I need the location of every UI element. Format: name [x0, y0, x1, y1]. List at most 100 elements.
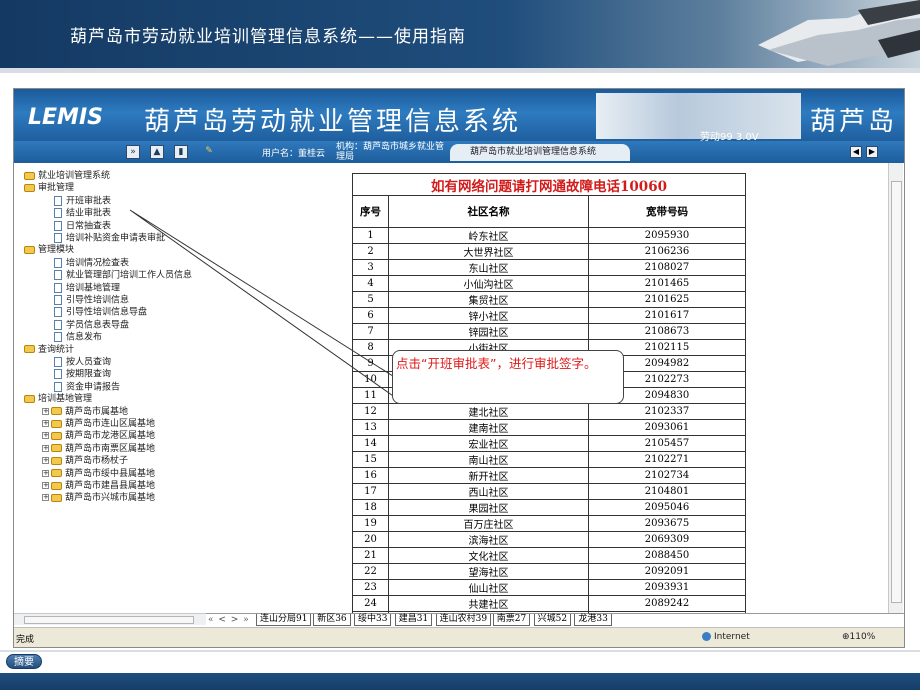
column-header-community: 社区名称	[388, 195, 589, 228]
tree-item-label: 引导性培训信息	[66, 295, 130, 306]
tree-item[interactable]: + 葫芦岛市杨杖子	[42, 456, 128, 466]
tree-item[interactable]: 引导性培训信息导盘	[54, 307, 147, 318]
tree-item[interactable]: 管理模块	[24, 245, 74, 255]
zoom-level[interactable]: ⊕110%	[842, 632, 875, 642]
slide-header: 葫芦岛市劳动就业培训管理信息系统——使用指南	[0, 0, 920, 68]
row-index: 19	[352, 515, 389, 532]
pen-icon[interactable]: ✎	[202, 145, 216, 159]
tree-item[interactable]: 培训情况检查表	[54, 257, 130, 269]
tree-item[interactable]: 学员信息表导盘	[54, 319, 129, 330]
tree-item[interactable]: 资金申请报告	[54, 381, 120, 392]
sheet-tab[interactable]: 建昌31	[394, 614, 433, 626]
row-index: 15	[352, 451, 389, 468]
document-icon[interactable]: ▮	[174, 145, 188, 159]
tree-item[interactable]: + 葫芦岛市兴城市属基地	[42, 493, 155, 503]
system-title: 葫芦岛劳动就业管理信息系统	[144, 107, 522, 137]
community-name: 锌园社区	[388, 323, 589, 340]
tree-item[interactable]: 培训基地管理	[24, 394, 92, 404]
broadband-number: 2088450	[588, 547, 746, 564]
vertical-scrollbar[interactable]	[888, 163, 903, 615]
table-row: 20 滨海社区 2069309	[352, 531, 746, 548]
status-text: 完成	[16, 635, 35, 645]
sheet-tab[interactable]: 绥中33	[354, 614, 392, 626]
tree-item-label: 引导性培训信息导盘	[66, 307, 148, 318]
tree-item[interactable]: 审批管理	[24, 183, 74, 193]
tree-item[interactable]: + 葫芦岛市属基地	[42, 407, 128, 417]
table-row: 4 小仙沟社区 2101465	[352, 275, 746, 292]
tree-item[interactable]: + 葫芦岛市龙港区属基地	[42, 431, 155, 441]
community-name: 南山社区	[388, 451, 589, 468]
tree-item-label: 日常抽查表	[66, 221, 112, 232]
expand-icon[interactable]: +	[42, 407, 49, 415]
banner-photo	[596, 93, 801, 139]
page-icon	[54, 220, 62, 231]
tree-item[interactable]: + 葫芦岛市南票区属基地	[42, 444, 155, 454]
page-icon	[54, 307, 62, 318]
tree-item[interactable]: + 葫芦岛市绥中县属基地	[42, 469, 155, 479]
tree-item-label: 查询统计	[38, 344, 75, 355]
sheet-tab[interactable]: 南票27	[492, 614, 531, 626]
tree-item-label: 培训情况检查表	[66, 258, 130, 269]
tree-item[interactable]: 信息发布	[54, 332, 102, 343]
sheet-tab[interactable]: 龙港33	[574, 614, 612, 626]
folder-icon	[51, 407, 62, 416]
community-name: 滨海社区	[388, 531, 589, 548]
tree-item[interactable]: + 葫芦岛市建昌县属基地	[42, 481, 155, 491]
tree-item[interactable]: 就业管理部门培训工作人员信息	[54, 270, 192, 281]
row-index: 18	[352, 499, 389, 516]
broadband-number: 2101617	[588, 307, 746, 324]
folder-icon	[24, 394, 35, 403]
tree-item[interactable]: 按期限查询	[54, 369, 111, 380]
tree-item[interactable]: 日常抽查表	[54, 220, 112, 232]
row-index: 2	[352, 243, 389, 260]
broadband-number: 2069309	[588, 531, 746, 548]
system-tab[interactable]: 葫芦岛市就业培训管理信息系统	[450, 144, 630, 161]
tree-item[interactable]: 开班审批表	[54, 195, 112, 207]
tree-item[interactable]: 培训补贴资金申请表审批	[54, 233, 165, 244]
page-icon	[54, 195, 62, 206]
sheet-tab[interactable]: 兴城52	[533, 614, 572, 626]
expand-icon[interactable]: +	[42, 469, 49, 477]
expand-icon[interactable]: +	[42, 457, 49, 465]
table-row: 23 仙山社区 2093931	[352, 579, 746, 596]
lemis-logo: LEMIS	[28, 105, 103, 130]
tree-item-label: 培训基地管理	[38, 394, 93, 405]
row-index: 20	[352, 531, 389, 548]
sheet-nav-arrows[interactable]: « < > »	[208, 615, 250, 625]
tree-item[interactable]: 结业审批表	[54, 208, 111, 219]
next-page-icon[interactable]: ▶	[866, 146, 878, 158]
broadband-number: 2101625	[588, 291, 746, 308]
tree-item[interactable]: 引导性培训信息	[54, 295, 129, 306]
prev-page-icon[interactable]: ◀	[850, 146, 862, 158]
expand-icon[interactable]: +	[42, 482, 49, 489]
horizontal-scroll-thumb[interactable]	[24, 616, 194, 624]
tree-horizontal-scrollbar[interactable]	[14, 613, 206, 625]
broadband-number: 2104801	[588, 483, 746, 500]
tree-item[interactable]: 按人员查询	[54, 357, 111, 368]
forward-icon[interactable]: »	[126, 145, 140, 159]
sheet-tab[interactable]: 连山农村39	[435, 614, 492, 626]
vertical-scroll-thumb[interactable]	[891, 181, 902, 603]
community-name: 宏业社区	[388, 435, 589, 452]
tree-item[interactable]: 就业培训管理系统	[24, 171, 110, 181]
expand-icon[interactable]: +	[42, 444, 49, 452]
sheet-tab[interactable]: 连山分局91	[256, 614, 312, 626]
navigation-tree: 就业培训管理系统 审批管理开班审批表 结业审批表日常抽查表 培训补贴资金申请表审批 管理…	[14, 163, 206, 613]
summary-button[interactable]: 摘要	[6, 654, 42, 669]
sheet-tab[interactable]: 新区36	[313, 614, 351, 626]
tree-item[interactable]: + 葫芦岛市连山区属基地	[42, 419, 155, 429]
tree-item-label: 开班审批表	[66, 196, 112, 207]
zoom-value: 110%	[849, 632, 876, 642]
row-index: 4	[352, 275, 389, 292]
row-index: 9	[352, 355, 389, 372]
tree-item[interactable]: 培训基地管理	[54, 282, 120, 293]
expand-icon[interactable]: +	[42, 432, 49, 440]
expand-icon[interactable]: +	[42, 494, 49, 502]
table-row: 3 东山社区 2108027	[352, 259, 746, 276]
expand-icon[interactable]: +	[42, 420, 49, 427]
upload-icon[interactable]: ▲	[150, 145, 164, 159]
row-index: 14	[352, 435, 389, 452]
tree-item-label: 葫芦岛市杨杖子	[65, 456, 129, 467]
table-row: 13 建南社区 2093061	[352, 419, 746, 436]
tree-item[interactable]: 查询统计	[24, 345, 74, 355]
